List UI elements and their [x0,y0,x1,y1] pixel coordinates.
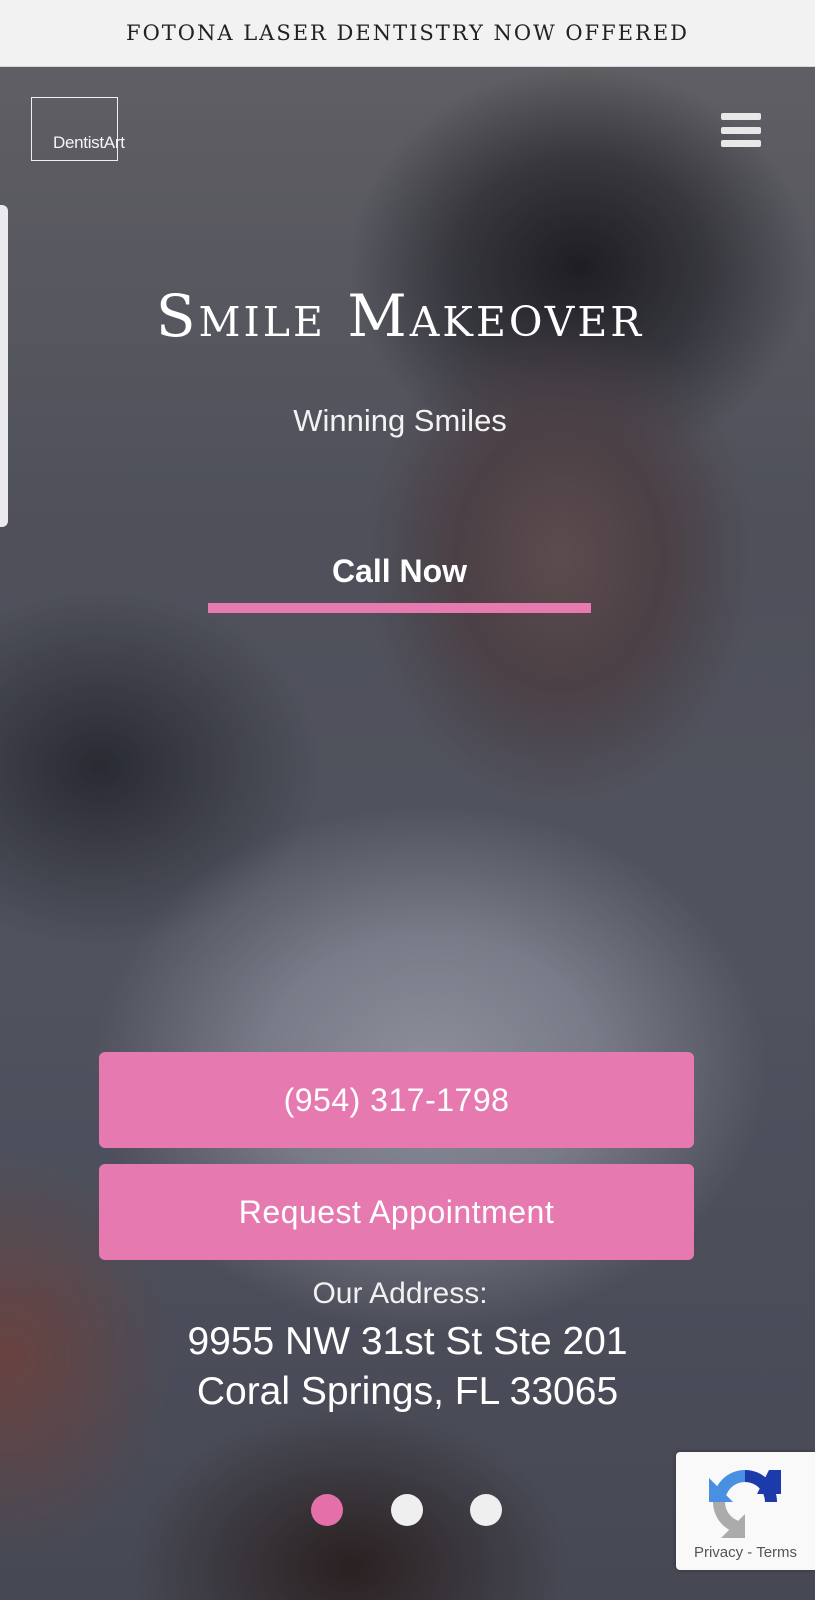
hero-subheadline: Winning Smiles [293,403,507,438]
logo-text: DentistArt [53,133,125,152]
hero-headline: Smile Makeover [155,282,645,350]
request-appointment-button[interactable]: Request Appointment [99,1164,694,1260]
carousel-dot-3[interactable] [470,1494,502,1526]
address-line-2: Coral Springs, FL 33065 [196,1370,619,1413]
menu-bar-top [721,113,761,120]
menu-bar-middle [721,126,761,134]
site-logo[interactable]: DentistArt [31,97,125,161]
menu-bar-bottom [721,140,761,147]
recaptcha-separator: - [743,1544,757,1561]
announcement-bar[interactable]: FOTONA LASER DENTISTRY NOW OFFERED [0,0,815,67]
announcement-text[interactable]: FOTONA LASER DENTISTRY NOW OFFERED [126,21,689,45]
hamburger-menu-icon[interactable] [721,113,761,147]
recaptcha-logo-icon [709,1470,781,1538]
call-now-underline [208,603,591,613]
recaptcha-links: Privacy - Terms [676,1544,815,1561]
recaptcha-terms-link[interactable]: Terms [756,1544,797,1561]
phone-button[interactable]: (954) 317-1798 [99,1052,694,1148]
carousel-dot-2[interactable] [391,1494,423,1526]
recaptcha-badge[interactable]: Privacy - Terms [676,1452,815,1570]
carousel-dots [311,1494,511,1526]
recaptcha-privacy-link[interactable]: Privacy [694,1544,743,1561]
carousel-dot-1[interactable] [311,1494,343,1526]
side-feedback-tab[interactable] [0,205,8,527]
address-line-1: 9955 NW 31st St Ste 201 [187,1320,628,1363]
address-label: Our Address: [312,1277,488,1310]
